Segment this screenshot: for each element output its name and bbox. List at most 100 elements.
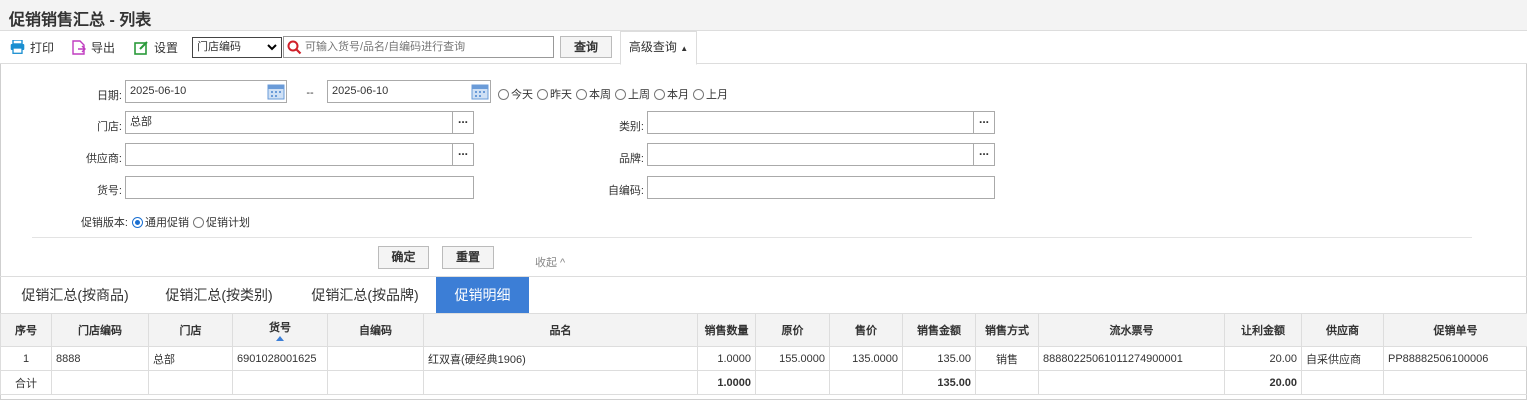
item-no-label: 货号: [96, 185, 122, 197]
cell-seq: 1 [0, 346, 52, 371]
col-header[interactable]: 供应商 [1301, 313, 1384, 347]
calendar-icon[interactable] [267, 82, 285, 100]
export-button[interactable]: 导出 [72, 39, 115, 55]
more-icon[interactable]: ... [973, 144, 994, 165]
col-header[interactable]: 门店 [148, 313, 233, 347]
radio-this-month[interactable] [654, 88, 665, 100]
total-row: 合计 1.0000 135.00 20.00 [0, 370, 1527, 395]
category-label: 类别: [618, 121, 644, 133]
col-header[interactable]: 品名 [423, 313, 698, 347]
search-box [283, 36, 554, 58]
quick-date-group: 今天 昨天 本周 上周 本月 上月 [494, 86, 728, 102]
print-label: 打印 [30, 40, 55, 55]
search-field-select[interactable]: 门店编码 [192, 37, 282, 58]
date-from-value: 2025-06-10 [130, 85, 187, 97]
promo-version-group: 通用促销 促销计划 [128, 214, 250, 230]
chevron-down-icon [267, 44, 277, 51]
radio-today-label: 今天 [511, 89, 533, 101]
col-header[interactable]: 销售方式 [975, 313, 1039, 347]
radio-promo-plan[interactable] [193, 216, 204, 228]
total-label: 合计 [0, 370, 52, 395]
tab-detail[interactable]: 促销明细 [436, 277, 529, 314]
tab-by-category[interactable]: 促销汇总(按类别) [152, 277, 286, 314]
cell-sale-type: 销售 [975, 346, 1039, 371]
page-title: 促销销售汇总 - 列表 [9, 12, 152, 29]
category-input[interactable]: ... [647, 111, 995, 134]
cell-store-code: 8888 [51, 346, 149, 371]
radio-today[interactable] [498, 88, 509, 100]
empty-cell [1301, 370, 1384, 395]
date-from-input[interactable]: 2025-06-10 [125, 80, 287, 103]
col-header[interactable]: 销售金额 [902, 313, 976, 347]
promo-version-label: 促销版本: [80, 217, 128, 229]
detail-table: 序号 门店编码 门店 货号 自编码 品名 销售数量 原价 售价 销售金额 销售方… [0, 313, 1527, 395]
print-button[interactable]: 打印 [10, 39, 54, 55]
col-header[interactable]: 销售数量 [697, 313, 756, 347]
cell-ticket-no: 88880225061011274900001 [1038, 346, 1225, 371]
date-to-input[interactable]: 2025-06-10 [327, 80, 491, 103]
supplier-input[interactable]: ... [125, 143, 474, 166]
col-header[interactable]: 原价 [755, 313, 830, 347]
table-row[interactable]: 1 8888 总部 6901028001625 红双喜(硬经典1906) 1.0… [0, 346, 1527, 371]
tab-by-brand[interactable]: 促销汇总(按品牌) [298, 277, 432, 314]
search-input[interactable] [305, 39, 545, 55]
empty-cell [327, 370, 424, 395]
brand-label: 品牌: [618, 153, 644, 165]
col-header[interactable]: 流水票号 [1038, 313, 1225, 347]
printer-icon [10, 40, 25, 54]
col-header-label: 货号 [269, 322, 291, 334]
radio-last-week[interactable] [615, 88, 626, 100]
settings-button[interactable]: 设置 [134, 39, 178, 55]
empty-cell [1038, 370, 1225, 395]
cell-sale-price: 135.0000 [829, 346, 903, 371]
empty-cell [148, 370, 233, 395]
more-icon[interactable]: ... [452, 112, 473, 133]
cell-promo-no: PP88882506100006 [1383, 346, 1527, 371]
cell-supplier: 自采供应商 [1301, 346, 1384, 371]
col-header[interactable]: 让利金额 [1224, 313, 1302, 347]
export-label: 导出 [91, 40, 116, 55]
tab-by-product[interactable]: 促销汇总(按商品) [8, 277, 142, 314]
advanced-query-label: 高级查询 [628, 40, 677, 54]
confirm-button[interactable]: 确定 [378, 246, 429, 269]
store-label: 门店: [96, 121, 122, 133]
radio-last-month[interactable] [693, 88, 704, 100]
radio-this-week[interactable] [576, 88, 587, 100]
total-qty: 1.0000 [697, 370, 756, 395]
cell-self-code [327, 346, 424, 371]
item-no-input[interactable] [125, 176, 474, 199]
calendar-icon[interactable] [471, 82, 489, 100]
date-to-value: 2025-06-10 [332, 85, 389, 97]
reset-button[interactable]: 重置 [442, 246, 494, 269]
radio-yesterday[interactable] [537, 88, 548, 100]
radio-general-promo[interactable] [132, 216, 143, 228]
cell-qty: 1.0000 [697, 346, 756, 371]
col-header[interactable]: 售价 [829, 313, 903, 347]
store-input[interactable]: 总部 ... [125, 111, 474, 134]
radio-general-promo-label: 通用促销 [145, 217, 189, 229]
self-code-input[interactable] [647, 176, 995, 199]
advanced-query-tab[interactable]: 高级查询 ▲ [620, 31, 697, 65]
self-code-label: 自编码: [607, 185, 644, 197]
query-button[interactable]: 查询 [560, 36, 612, 58]
table-header-row: 序号 门店编码 门店 货号 自编码 品名 销售数量 原价 售价 销售金额 销售方… [0, 313, 1527, 347]
more-icon[interactable]: ... [973, 112, 994, 133]
radio-yesterday-label: 昨天 [550, 89, 572, 101]
caret-up-icon: ▲ [680, 44, 689, 53]
brand-input[interactable]: ... [647, 143, 995, 166]
cell-amount: 135.00 [902, 346, 976, 371]
edit-icon [134, 40, 148, 55]
more-icon[interactable]: ... [452, 144, 473, 165]
col-header[interactable]: 自编码 [327, 313, 424, 347]
settings-label: 设置 [154, 40, 179, 55]
empty-cell [232, 370, 328, 395]
cell-orig-price: 155.0000 [755, 346, 830, 371]
toolbar: 打印 导出 设置 门店编码 查询 [0, 31, 1527, 64]
radio-last-week-label: 上周 [628, 89, 650, 101]
col-header[interactable]: 序号 [0, 313, 52, 347]
empty-cell [755, 370, 830, 395]
col-header[interactable]: 促销单号 [1383, 313, 1527, 347]
col-header[interactable]: 门店编码 [51, 313, 149, 347]
collapse-toggle[interactable]: 收起 ^ [535, 254, 565, 270]
col-header-sorted[interactable]: 货号 [232, 313, 328, 347]
